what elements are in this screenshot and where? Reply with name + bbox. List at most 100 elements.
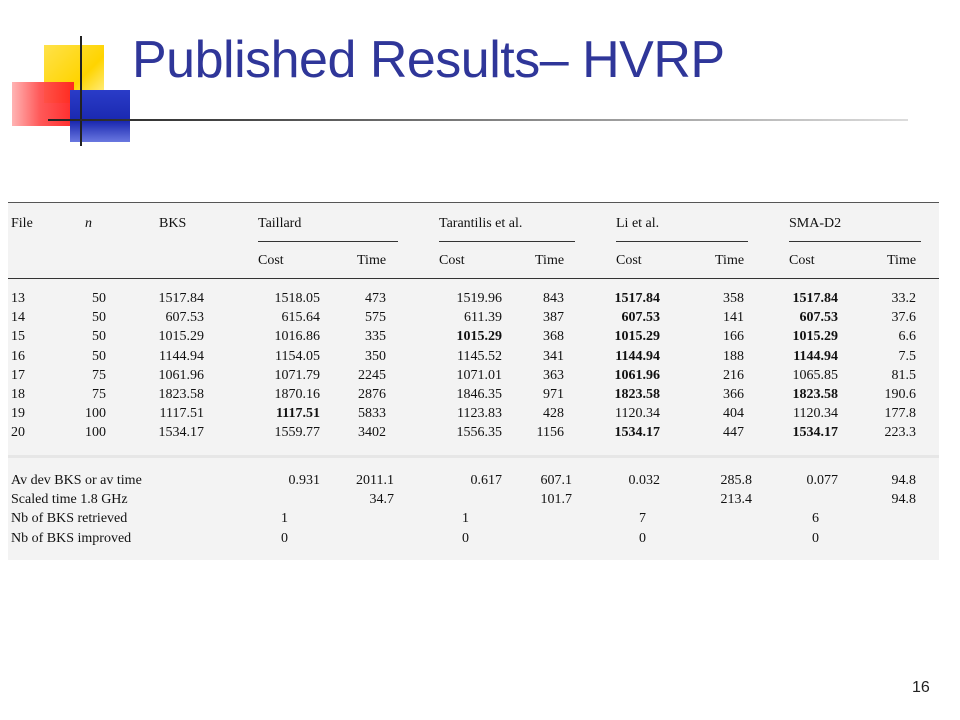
blue-square: [70, 90, 130, 142]
title-underline: [48, 119, 908, 121]
row-time: 7.5: [898, 349, 917, 364]
row-time: 37.6: [891, 310, 917, 325]
row-cost: 1144.94: [793, 349, 838, 364]
row-time: 33.2: [891, 291, 917, 306]
header-group: SMA-D2: [789, 216, 842, 231]
row-time: 358: [723, 291, 744, 306]
header-time: Time: [535, 253, 565, 268]
row-bks: 1117.51: [159, 406, 204, 421]
row-time: 223.3: [884, 425, 917, 440]
row-file: 15: [11, 329, 25, 344]
summary-value: 0.617: [470, 473, 503, 488]
row-bks: 1015.29: [158, 329, 205, 344]
row-bks: 1534.17: [158, 425, 205, 440]
header-n: n: [85, 216, 92, 231]
row-cost: 611.39: [464, 310, 502, 325]
summary-time: 94.8: [891, 492, 917, 507]
row-time: 1156: [536, 425, 564, 440]
summary-label: Nb of BKS improved: [11, 531, 132, 546]
row-time: 335: [365, 329, 386, 344]
summary-count: 0: [281, 531, 288, 546]
row-n: 75: [92, 368, 106, 383]
row-time: 81.5: [891, 368, 917, 383]
row-file: 20: [11, 425, 25, 440]
row-time: 216: [723, 368, 744, 383]
row-time: 350: [365, 349, 386, 364]
summary-count: 1: [462, 511, 469, 526]
summary-label: Av dev BKS or av time: [11, 473, 142, 488]
row-cost: 1518.05: [274, 291, 321, 306]
row-cost: 1556.35: [456, 425, 503, 440]
row-cost: 1870.16: [274, 387, 321, 402]
row-bks: 1144.94: [159, 349, 204, 364]
row-cost: 1534.17: [792, 425, 839, 440]
row-cost: 1015.29: [456, 329, 503, 344]
summary-value: 0.077: [806, 473, 839, 488]
row-time: 366: [723, 387, 744, 402]
row-file: 14: [11, 310, 25, 325]
header-cost: Cost: [439, 253, 465, 268]
row-cost: 1016.86: [274, 329, 321, 344]
header-time: Time: [715, 253, 745, 268]
row-file: 17: [11, 368, 25, 383]
summary-label: Scaled time 1.8 GHz: [11, 492, 128, 507]
slide-title: Published Results– HVRP: [132, 31, 725, 89]
summary-count: 1: [281, 511, 288, 526]
row-time: 404: [723, 406, 744, 421]
summary-count: 0: [639, 531, 646, 546]
row-n: 50: [92, 291, 106, 306]
row-cost: 1015.29: [792, 329, 839, 344]
row-cost: 607.53: [799, 310, 839, 325]
row-time: 473: [365, 291, 386, 306]
row-cost: 1120.34: [793, 406, 838, 421]
row-cost: 1120.34: [615, 406, 660, 421]
results-table: File n BKS Taillard Cost Time Tarantilis et al…: [8, 202, 939, 560]
row-cost: 1071.01: [456, 368, 503, 383]
summary-count: 0: [462, 531, 469, 546]
summary-time: 101.7: [540, 492, 573, 507]
row-n: 50: [92, 349, 106, 364]
row-time: 166: [723, 329, 744, 344]
row-time: 5833: [358, 406, 386, 421]
row-time: 971: [543, 387, 564, 402]
summary-time: 607.1: [540, 473, 573, 488]
row-cost: 1154.05: [275, 349, 320, 364]
row-n: 50: [92, 310, 106, 325]
row-bks: 1823.58: [158, 387, 205, 402]
group-underline: [789, 241, 921, 242]
row-cost: 1519.96: [456, 291, 503, 306]
row-bks: 607.53: [165, 310, 205, 325]
summary-time: 34.7: [369, 492, 395, 507]
row-time: 575: [365, 310, 386, 325]
header-group: Li et al.: [616, 216, 660, 231]
row-time: 843: [543, 291, 564, 306]
row-n: 100: [85, 406, 106, 421]
header-file: File: [11, 216, 33, 231]
page-number: 16: [912, 679, 930, 696]
header-group: Taillard: [258, 216, 302, 231]
summary-time: 285.8: [720, 473, 753, 488]
row-time: 190.6: [884, 387, 917, 402]
row-cost: 1061.96: [614, 368, 661, 383]
row-n: 75: [92, 387, 106, 402]
row-cost: 1015.29: [614, 329, 661, 344]
row-bks: 1517.84: [158, 291, 205, 306]
header-time: Time: [357, 253, 387, 268]
header-time: Time: [887, 253, 917, 268]
row-cost: 615.64: [281, 310, 321, 325]
row-file: 16: [11, 349, 25, 364]
group-underline: [258, 241, 398, 242]
summary-count: 0: [812, 531, 819, 546]
summary-count: 7: [639, 511, 646, 526]
group-underline: [616, 241, 748, 242]
row-time: 177.8: [884, 406, 917, 421]
row-cost: 1846.35: [456, 387, 503, 402]
row-file: 18: [11, 387, 25, 402]
summary-value: 0.032: [628, 473, 661, 488]
row-cost: 1823.58: [792, 387, 839, 402]
header-rule: [8, 278, 939, 279]
summary-time: 213.4: [720, 492, 753, 507]
row-file: 13: [11, 291, 25, 306]
summary-time: 2011.1: [356, 473, 394, 488]
row-time: 6.6: [898, 329, 917, 344]
